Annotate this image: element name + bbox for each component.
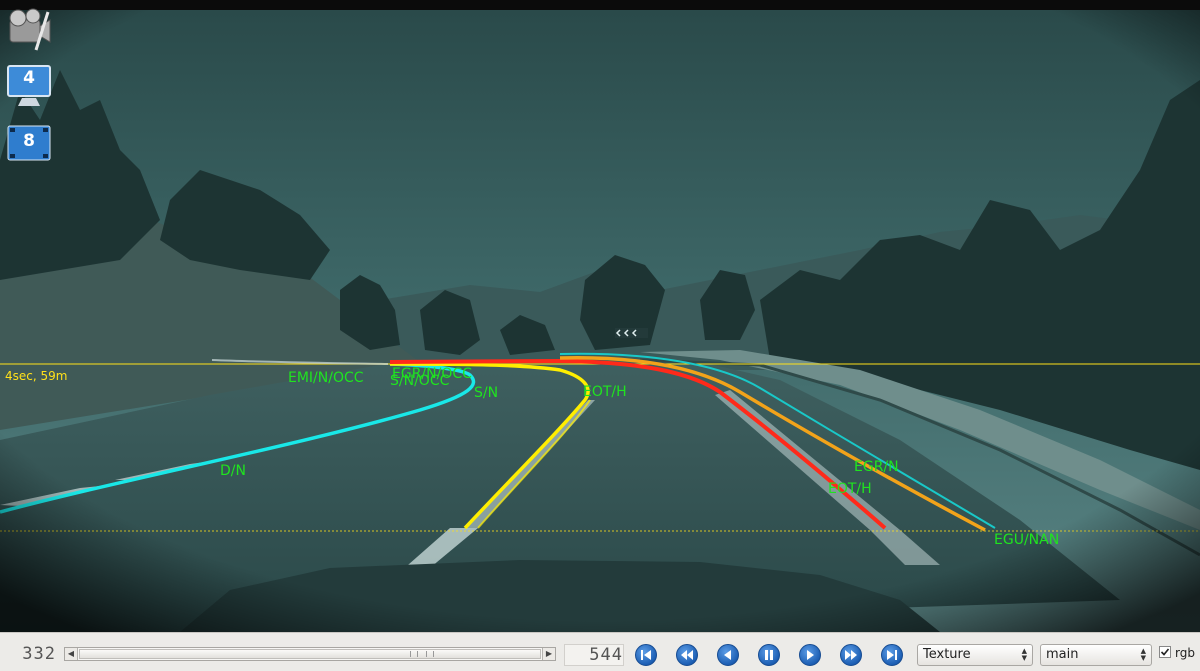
workspace-number: 4 <box>23 68 35 88</box>
scrollbar-track[interactable] <box>79 649 541 659</box>
texture-select[interactable]: Texture ▲ ▼ <box>917 644 1033 666</box>
lane-label-s-n-occ: S/N/OCC <box>390 373 450 389</box>
scroll-right-arrow-icon[interactable]: ▶ <box>542 648 555 660</box>
lane-label-emi-n-occ: EMI/N/OCC <box>288 370 364 386</box>
lane-label-eot-h: EOT/H <box>583 384 627 400</box>
last-frame-button[interactable] <box>881 644 903 666</box>
first-frame-button[interactable] <box>635 644 657 666</box>
play-icon <box>807 650 814 660</box>
skip-to-start-icon <box>641 650 651 660</box>
frame-scrollbar[interactable]: ◀ ▶ <box>64 647 556 661</box>
total-frames-display: 544 <box>564 644 624 666</box>
current-frame-display: 332 <box>22 644 56 664</box>
lane-label-d-n: D/N <box>220 463 246 479</box>
updown-arrows-icon: ▲ ▼ <box>1021 647 1027 662</box>
workspace-8-icon[interactable]: 8 <box>6 122 52 168</box>
updown-arrows-icon: ▲ ▼ <box>1140 647 1146 662</box>
channel-select-value: main <box>1046 647 1079 662</box>
scrollbar-thumb[interactable] <box>410 651 434 657</box>
video-tool-icon[interactable] <box>6 6 52 52</box>
fast-forward-icon <box>845 650 857 660</box>
rgb-checkbox[interactable] <box>1159 646 1171 658</box>
skip-to-end-icon <box>887 650 897 660</box>
rgb-label: rgb <box>1175 646 1195 660</box>
step-back-icon <box>724 650 731 660</box>
scroll-left-arrow-icon[interactable]: ◀ <box>65 648 78 660</box>
playback-toolbar: 332 ◀ ▶ 544 Texture ▲ ▼ main ▲ ▼ <box>0 632 1200 671</box>
lane-label-s-n: S/N <box>474 385 499 401</box>
channel-select[interactable]: main ▲ ▼ <box>1040 644 1152 666</box>
pause-button[interactable] <box>758 644 780 666</box>
checkmark-icon <box>1160 648 1170 656</box>
horizon-distance-label: 4sec, 59m <box>5 369 68 383</box>
step-back-button[interactable] <box>717 644 739 666</box>
pause-icon <box>765 650 773 660</box>
play-button[interactable] <box>799 644 821 666</box>
rewind-button[interactable] <box>676 644 698 666</box>
workspace-number: 8 <box>23 131 35 151</box>
workspace-4-icon[interactable]: 4 <box>6 64 52 110</box>
fast-forward-button[interactable] <box>840 644 862 666</box>
lane-label-egu-nan: EGU/NAN <box>994 532 1060 548</box>
lane-label-eot-h: EOT/H <box>828 481 872 497</box>
texture-select-value: Texture <box>923 647 971 662</box>
rewind-icon <box>681 650 693 660</box>
video-viewport[interactable]: 4 8 4sec, 59m EMI/N/OCC EGR/N/OCC S/N/OC… <box>0 0 1200 632</box>
lane-label-egr-n: EGR/N <box>854 459 899 475</box>
